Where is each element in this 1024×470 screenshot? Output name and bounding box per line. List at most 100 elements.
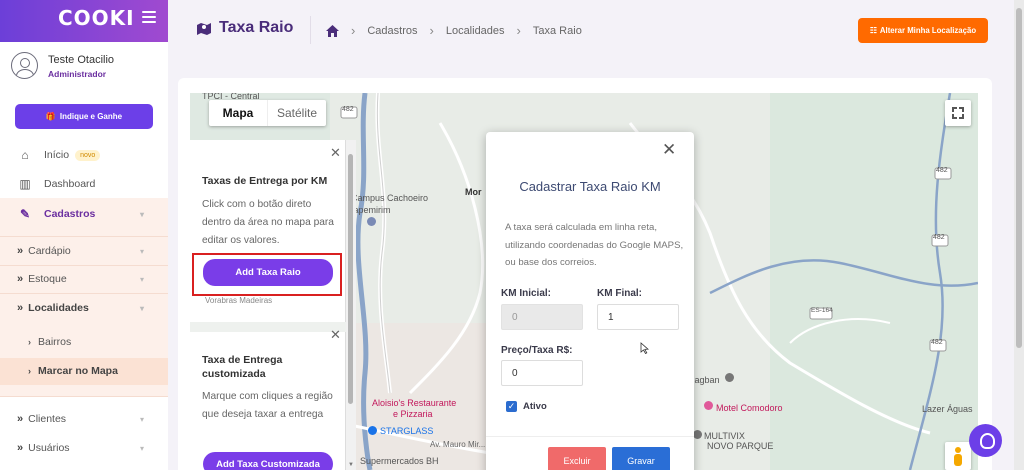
home-icon: ⌂: [21, 148, 29, 162]
header-divider: [310, 16, 311, 44]
sidebar-item-usuarios[interactable]: » Usuários ▾: [0, 434, 168, 462]
sidebar-item-clientes[interactable]: » Clientes ▾: [0, 405, 168, 433]
page-scrollbar[interactable]: [1014, 0, 1024, 470]
km-final-field[interactable]: 1: [597, 304, 679, 330]
active-checkbox[interactable]: ✓: [506, 401, 517, 412]
menu-icon[interactable]: [142, 11, 156, 23]
double-chevron-icon: »: [17, 442, 24, 454]
sidebar-item-cadastros[interactable]: ✎ Cadastros ▾: [0, 200, 168, 228]
price-field[interactable]: 0: [501, 360, 583, 386]
chevron-down-icon: ▾: [139, 209, 144, 219]
sidebar-item-localidades[interactable]: » Localidades ▾: [0, 294, 168, 322]
avatar: [11, 52, 38, 79]
map-marked-icon: [196, 21, 212, 35]
double-chevron-icon: »: [17, 302, 24, 314]
poi-icon[interactable]: [368, 426, 377, 435]
poi-icon[interactable]: [704, 401, 713, 410]
sidebar-item-label: Marcar no Mapa: [38, 365, 118, 377]
map-label: Campus Cachoeiro: [351, 193, 429, 203]
chevron-right-icon: ›: [28, 366, 31, 376]
page-title-text: Taxa Raio: [219, 19, 294, 36]
price-label: Preço/Taxa R$:: [501, 345, 573, 356]
sidebar-item-label: Localidades: [28, 302, 89, 314]
add-taxa-customizada-button[interactable]: Add Taxa Customizada: [203, 452, 333, 470]
active-label: Ativo: [523, 401, 547, 412]
street-view-pegman-icon[interactable]: [945, 442, 971, 470]
close-icon[interactable]: ✕: [662, 140, 676, 160]
sidebar-item-dashboard[interactable]: ▥ Dashboard: [0, 170, 168, 198]
panel-divider: [190, 322, 346, 332]
km-initial-field[interactable]: 0: [501, 304, 583, 330]
sidebar-item-bairros[interactable]: › Bairros: [0, 328, 168, 356]
modal-description: A taxa será calculada em linha reta, uti…: [505, 222, 684, 268]
chevron-down-icon: ▾: [139, 246, 144, 256]
double-chevron-icon: »: [17, 245, 24, 257]
road-shield: 482: [342, 106, 354, 113]
sidebar: COOKI Teste Otacilio Administrador 🎁 Ind…: [0, 0, 168, 470]
home-icon[interactable]: [326, 24, 339, 37]
road-shield: 482: [936, 167, 948, 174]
close-icon[interactable]: ✕: [330, 327, 341, 343]
map-label: Aloisio's Restaurante: [372, 398, 457, 408]
modal-footer-divider: [486, 436, 694, 437]
map-label: Supermercados BH: [360, 456, 439, 466]
breadcrumb-localidades[interactable]: Localidades: [446, 25, 505, 37]
map-type-satellite-button[interactable]: Satélite: [267, 100, 326, 126]
breadcrumb: › Cadastros › Localidades › Taxa Raio: [326, 23, 582, 38]
map-label: NOVO PARQUE: [707, 441, 774, 451]
sidebar-item-label: Cadastros: [44, 208, 96, 220]
user-profile[interactable]: Teste Otacilio Administrador: [0, 42, 168, 90]
indique-label: Indique e Ganhe: [59, 112, 123, 121]
fullscreen-icon[interactable]: [945, 100, 971, 126]
app-logo[interactable]: COOKI: [58, 6, 135, 30]
sidebar-item-marcar-no-mapa[interactable]: › Marcar no Mapa: [0, 357, 168, 385]
sidebar-item-label: Dashboard: [44, 178, 96, 190]
km-panel-title: Taxas de Entrega por KM: [202, 175, 328, 187]
bar-chart-icon: ▥: [19, 177, 31, 191]
panel-scrollbar[interactable]: ▼: [346, 140, 356, 470]
sidebar-item-inicio[interactable]: ⌂ Início novo: [0, 141, 168, 169]
km-final-label: KM Final:: [597, 288, 642, 299]
breadcrumb-separator-icon: ›: [516, 23, 521, 38]
sidebar-item-cardapio[interactable]: » Cardápio ▾: [0, 237, 168, 265]
custom-panel-title: Taxa de Entrega customizada: [202, 354, 283, 380]
chevron-right-icon: ›: [28, 337, 31, 347]
map-label: Lazer Águas: [922, 404, 973, 414]
sidebar-header: COOKI: [0, 0, 168, 42]
road-shield: 482: [931, 339, 943, 346]
sidebar-item-estoque[interactable]: » Estoque ▾: [0, 265, 168, 293]
modal-title: Cadastrar Taxa Raio KM: [519, 179, 661, 194]
chevron-down-icon: ▾: [139, 303, 144, 313]
map-label: Av. Mauro Mir...: [430, 440, 486, 449]
novo-badge: novo: [75, 149, 101, 161]
change-location-label: Alterar Minha Localização: [879, 26, 977, 35]
map-label: MULTIVIX: [704, 431, 745, 441]
change-location-button[interactable]: ☷ Alterar Minha Localização: [858, 18, 988, 43]
indique-e-ganhe-button[interactable]: 🎁 Indique e Ganhe: [15, 104, 153, 129]
road-shield: 482: [933, 234, 945, 241]
map-type-map-button[interactable]: Mapa: [209, 100, 267, 126]
breadcrumb-taxa-raio: Taxa Raio: [532, 24, 582, 37]
user-role: Administrador: [48, 69, 107, 79]
chevron-down-icon: ▾: [139, 414, 144, 424]
map-type-toggle: Mapa Satélite: [209, 100, 326, 126]
sidebar-item-label: Estoque: [28, 273, 67, 285]
km-initial-label: KM Inicial:: [501, 288, 552, 299]
edit-icon: ✎: [19, 207, 31, 221]
sidebar-item-label: Bairros: [38, 336, 72, 348]
road-shield: ES-164: [811, 307, 833, 314]
save-button[interactable]: Gravar: [612, 447, 670, 470]
double-chevron-icon: »: [17, 413, 24, 425]
poi-icon[interactable]: [367, 217, 376, 226]
breadcrumb-cadastros[interactable]: Cadastros: [367, 25, 417, 37]
divider: [0, 396, 168, 397]
close-icon[interactable]: ✕: [330, 145, 341, 161]
help-lightbulb-icon[interactable]: [969, 424, 1002, 457]
poi-icon[interactable]: [725, 373, 734, 382]
custom-panel-description: Marque com cliques a região que deseja t…: [202, 391, 333, 420]
map-label: e Pizzaria: [393, 409, 433, 419]
delete-button[interactable]: Excluir: [548, 447, 606, 470]
gift-icon: 🎁: [45, 112, 56, 121]
poi-icon[interactable]: [693, 430, 702, 439]
sidebar-item-label: Usuários: [28, 442, 70, 454]
